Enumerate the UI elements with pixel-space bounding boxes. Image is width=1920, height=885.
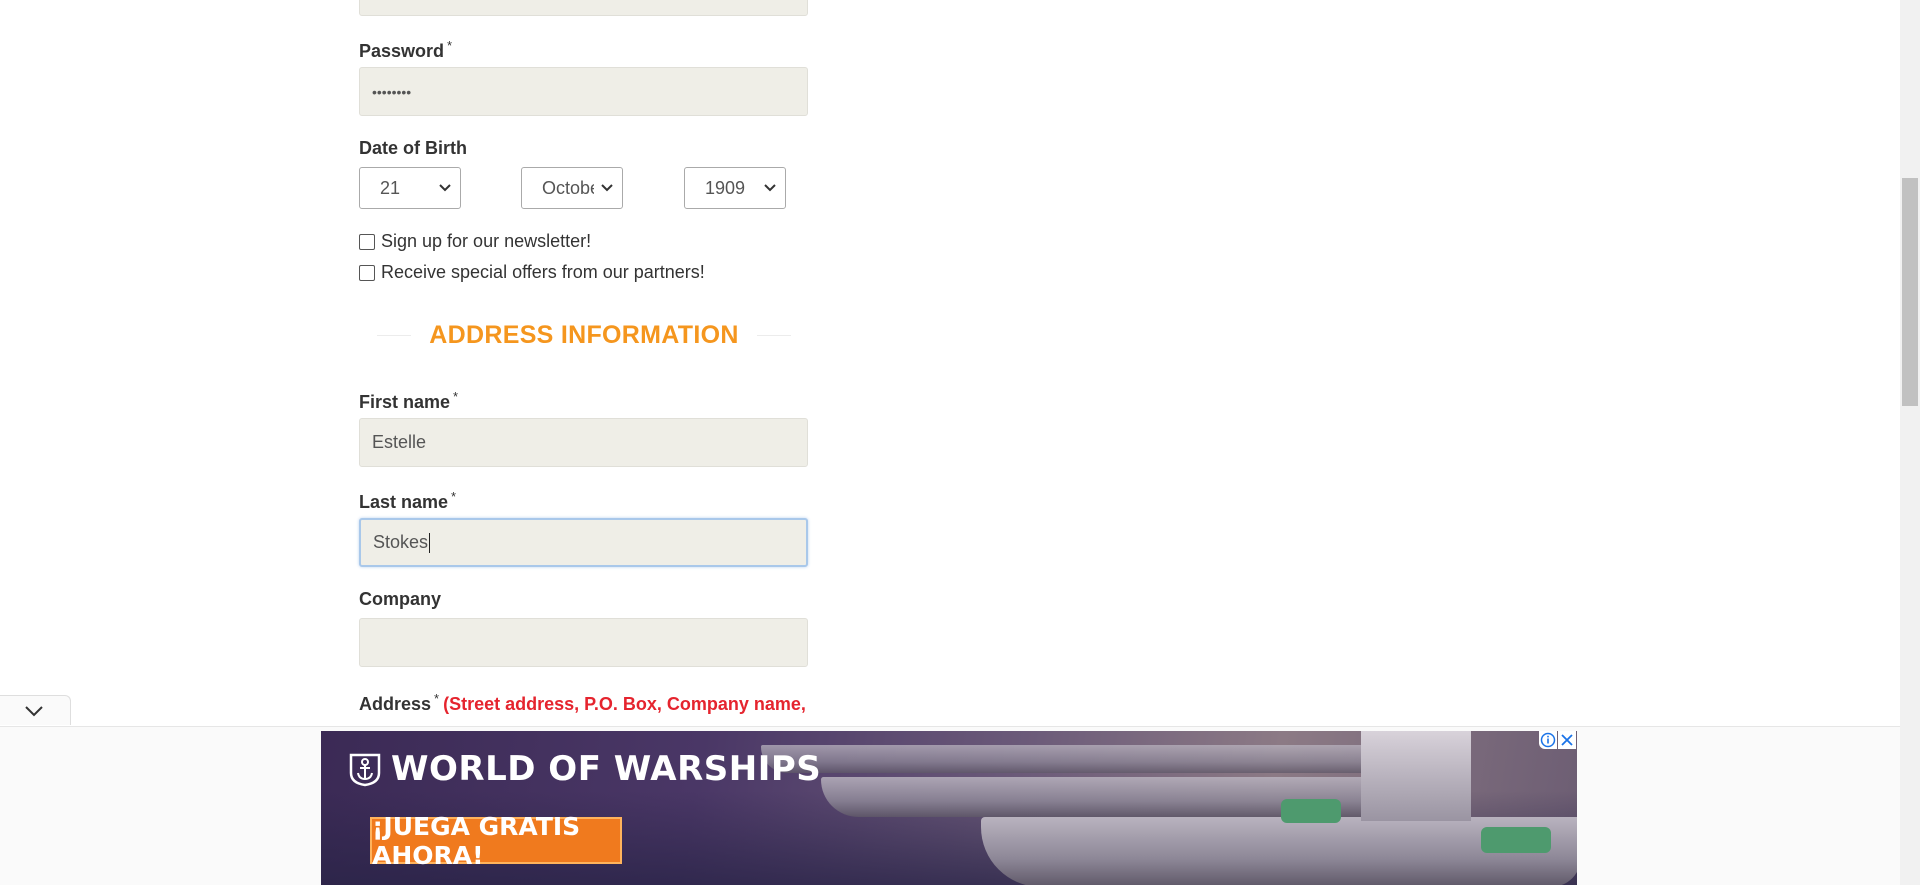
newsletter-checkbox[interactable] bbox=[359, 233, 375, 250]
anchor-icon bbox=[349, 753, 381, 787]
info-icon[interactable] bbox=[1539, 731, 1557, 749]
text-caret bbox=[429, 532, 431, 553]
dob-day-value: 21 bbox=[380, 177, 401, 198]
newsletter-label: Sign up for our newsletter! bbox=[381, 231, 592, 251]
ad-cta-button[interactable]: ¡JUEGA GRATIS AHORA! bbox=[370, 812, 622, 870]
close-icon[interactable] bbox=[1558, 731, 1576, 749]
company-input[interactable] bbox=[359, 618, 808, 667]
first-name-label: First name * bbox=[359, 389, 459, 412]
required-mark: * bbox=[434, 691, 440, 706]
page: Password * •••••••• Date of Birth 21 Octo… bbox=[0, 0, 1920, 885]
ad-collapse-button[interactable] bbox=[0, 695, 71, 725]
required-mark: * bbox=[453, 389, 459, 404]
ship-tower-image bbox=[1361, 731, 1471, 821]
password-label: Password * bbox=[359, 38, 453, 61]
ad-banner[interactable]: WORLD OF WARSHIPS ¡JUEGA GRATIS AHORA! bbox=[321, 731, 1577, 885]
address-label: Address * (Street address, P.O. Box, Compa… bbox=[359, 691, 806, 714]
password-input[interactable]: •••••••• bbox=[359, 67, 808, 116]
ship-image bbox=[761, 745, 1461, 773]
offers-label: Receive special offers from our partners… bbox=[381, 262, 705, 282]
dob-label: Date of Birth bbox=[359, 138, 467, 158]
newsletter-row: Sign up for our newsletter! bbox=[359, 231, 591, 252]
last-name-value: Stokes bbox=[373, 532, 429, 552]
ad-brand-text: WORLD OF WARSHIPS bbox=[391, 749, 822, 789]
offers-row: Receive special offers from our partners… bbox=[359, 262, 705, 283]
scrollbar-thumb[interactable] bbox=[1902, 178, 1918, 406]
chevron-down-icon bbox=[764, 184, 776, 192]
offers-checkbox[interactable] bbox=[359, 264, 375, 281]
chevron-down-icon bbox=[601, 184, 613, 192]
first-name-input[interactable]: Estelle bbox=[359, 418, 808, 467]
dob-day-select[interactable]: 21 bbox=[359, 167, 461, 209]
ship-turret-image bbox=[1281, 799, 1341, 823]
first-name-value: Estelle bbox=[372, 432, 427, 452]
last-name-label: Last name * bbox=[359, 489, 457, 512]
chevron-down-icon bbox=[439, 184, 451, 192]
password-value: •••••••• bbox=[372, 83, 412, 100]
address-hint: (Street address, P.O. Box, Company name, bbox=[443, 694, 806, 714]
dob-year-value: 1909 bbox=[705, 177, 746, 198]
chevron-down-icon bbox=[25, 706, 43, 717]
required-mark: * bbox=[451, 489, 457, 504]
last-name-input[interactable]: Stokes bbox=[359, 518, 808, 567]
dob-month-select[interactable]: October bbox=[521, 167, 623, 209]
divider bbox=[756, 334, 791, 336]
ship-turret-image bbox=[1481, 827, 1551, 853]
ad-logo: WORLD OF WARSHIPS bbox=[347, 749, 821, 789]
dob-year-select[interactable]: 1909 bbox=[684, 167, 786, 209]
section-title: ADDRESS INFORMATION bbox=[429, 320, 739, 349]
scrollbar-track[interactable] bbox=[1900, 0, 1920, 885]
address-section-heading: ADDRESS INFORMATION bbox=[359, 320, 809, 350]
dob-month-value: October bbox=[542, 177, 594, 198]
company-label: Company bbox=[359, 589, 442, 609]
divider bbox=[377, 334, 412, 336]
required-mark: * bbox=[447, 38, 453, 53]
email-input-partial[interactable] bbox=[359, 0, 808, 16]
